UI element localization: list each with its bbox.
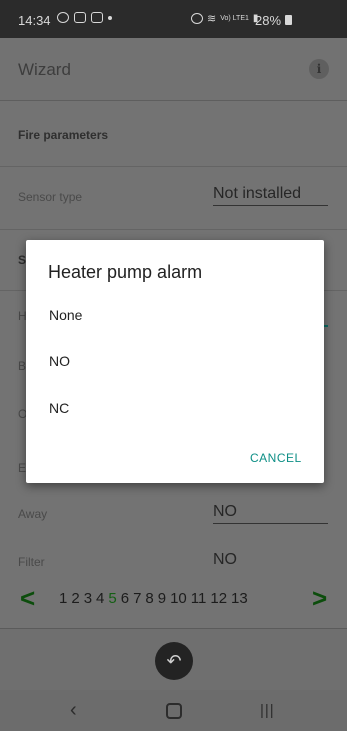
wifi-icon: ≋: [207, 13, 217, 25]
app-bar: Wizard i: [0, 38, 347, 101]
eye-off-icon: [91, 12, 103, 23]
filter-value[interactable]: NO: [213, 551, 328, 571]
undo-icon[interactable]: ↶: [155, 642, 193, 680]
section-header: Fire parameters: [0, 101, 347, 167]
filter-label: Filter: [18, 555, 45, 569]
page-8[interactable]: 8: [145, 590, 153, 607]
page-2[interactable]: 2: [71, 590, 79, 607]
page-12[interactable]: 12: [210, 590, 227, 607]
next-page-button[interactable]: >: [312, 583, 327, 614]
sensor-type-label: Sensor type: [18, 190, 83, 204]
page-navigator: < 1 2 3 4 5 6 7 8 9 10 11 12 13 >: [0, 577, 347, 629]
notification-icons: [57, 12, 112, 23]
battery-percent: 28%: [255, 13, 282, 28]
partial-label-e: E: [18, 461, 27, 475]
page-10[interactable]: 10: [170, 590, 187, 607]
page-1[interactable]: 1: [59, 590, 67, 607]
status-bar: 14:34 ≋ Vo) LTE1 ▮ 28%: [0, 0, 347, 38]
home-button[interactable]: [166, 703, 182, 719]
page-6[interactable]: 6: [121, 590, 129, 607]
gallery-icon: [74, 12, 86, 23]
page-7[interactable]: 7: [133, 590, 141, 607]
page-13[interactable]: 13: [231, 590, 248, 607]
page-9[interactable]: 9: [158, 590, 166, 607]
back-button[interactable]: ‹: [70, 699, 77, 722]
battery-icon: [285, 15, 292, 25]
away-value[interactable]: NO: [213, 503, 328, 524]
row-filter[interactable]: Filter NO: [0, 547, 347, 577]
dot-icon: [108, 15, 112, 20]
messenger-icon: [57, 12, 69, 23]
network-label: Vo) LTE1: [220, 15, 249, 22]
section-title: Fire parameters: [18, 128, 109, 142]
page-numbers: 1 2 3 4 5 6 7 8 9 10 11 12 13: [59, 590, 252, 607]
page-5-active[interactable]: 5: [108, 590, 116, 607]
row-sensor-type[interactable]: Sensor type Not installed: [0, 167, 347, 229]
page-11[interactable]: 11: [191, 590, 207, 607]
option-none[interactable]: None: [49, 307, 82, 323]
system-nav-bar: ‹ |||: [0, 690, 347, 731]
page-4[interactable]: 4: [96, 590, 104, 607]
partial-label-s: S: [18, 253, 27, 267]
page-title: Wizard: [18, 60, 71, 79]
page-3[interactable]: 3: [84, 590, 92, 607]
dialog-title: Heater pump alarm: [48, 262, 203, 282]
option-no[interactable]: NO: [49, 353, 70, 369]
cancel-button[interactable]: CANCEL: [250, 451, 302, 465]
alarm-dialog: Heater pump alarm None NO NC CANCEL: [26, 240, 324, 483]
info-icon[interactable]: i: [309, 59, 329, 79]
prev-page-button[interactable]: <: [20, 583, 35, 614]
alarm-icon: [191, 13, 203, 24]
system-icons: ≋ Vo) LTE1 ▮: [191, 12, 258, 25]
away-label: Away: [18, 507, 48, 521]
option-nc[interactable]: NC: [49, 400, 69, 416]
recents-button[interactable]: |||: [260, 702, 275, 719]
partial-label-b: B: [18, 359, 27, 373]
row-away[interactable]: Away NO: [0, 494, 347, 534]
sensor-type-value[interactable]: Not installed: [213, 185, 328, 206]
status-time: 14:34: [18, 13, 51, 28]
